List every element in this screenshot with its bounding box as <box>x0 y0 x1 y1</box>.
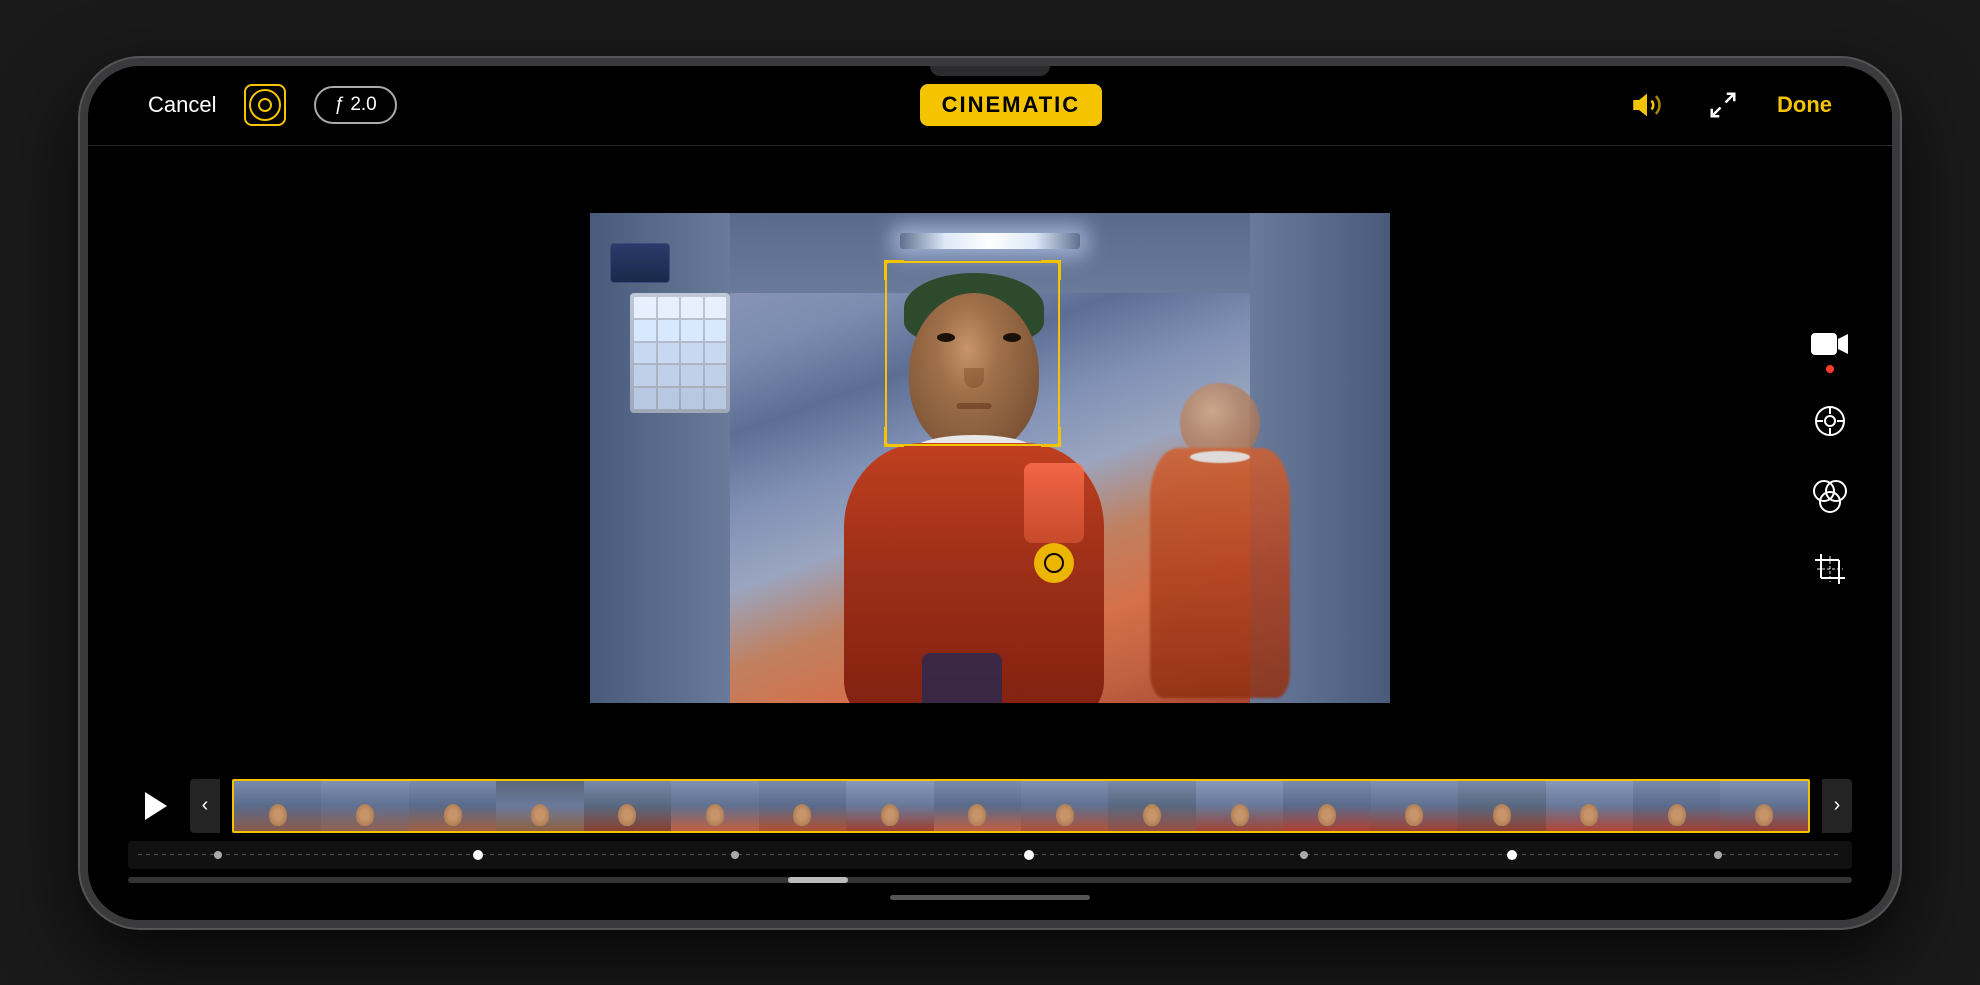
film-frame <box>1283 781 1370 831</box>
crop-icon <box>1813 552 1847 586</box>
adjust-icon <box>1813 404 1847 438</box>
expand-icon <box>1708 90 1738 120</box>
expand-button[interactable] <box>1701 83 1745 127</box>
film-frame <box>1371 781 1458 831</box>
suit-arm-detail <box>1024 463 1084 543</box>
volume-icon <box>1632 90 1662 120</box>
suit-emblem <box>1034 543 1074 583</box>
color-wheels-icon <box>1812 477 1848 513</box>
film-frame <box>1546 781 1633 831</box>
toolbar: Cancel ƒ 2.0 CINEMATIC <box>88 66 1892 146</box>
filmstrip-area: ‹ <box>88 771 1892 841</box>
film-frame <box>846 781 933 831</box>
phone-inner: Cancel ƒ 2.0 CINEMATIC <box>88 66 1892 920</box>
home-indicator <box>890 895 1090 900</box>
f-stop-button[interactable]: ƒ 2.0 <box>314 86 396 124</box>
track-dot[interactable] <box>731 851 739 859</box>
cinematic-badge[interactable]: CINEMATIC <box>920 84 1103 126</box>
film-frame <box>321 781 408 831</box>
crop-button[interactable] <box>1808 547 1852 591</box>
film-frame <box>1196 781 1283 831</box>
scrubber-bar[interactable] <box>128 877 1852 883</box>
background-astronaut <box>1130 383 1310 703</box>
video-container <box>88 146 1892 771</box>
right-sidebar <box>1808 325 1852 591</box>
top-notch <box>930 66 1050 76</box>
track-dot[interactable] <box>1714 851 1722 859</box>
film-frame <box>1108 781 1195 831</box>
toolbar-right: Done <box>1625 83 1832 127</box>
power-button[interactable] <box>1896 346 1900 446</box>
track-dot-active[interactable] <box>1507 850 1517 860</box>
bg-astronaut-suit <box>1150 448 1290 698</box>
color-wheels-button[interactable] <box>1808 473 1852 517</box>
focus-box <box>885 261 1060 446</box>
film-frame <box>409 781 496 831</box>
film-frame <box>1021 781 1108 831</box>
recording-indicator <box>1826 365 1834 373</box>
track-dot-active[interactable] <box>473 850 483 860</box>
volume-button[interactable] <box>1625 83 1669 127</box>
scrubber-thumb[interactable] <box>788 877 848 883</box>
volume-button[interactable] <box>80 286 84 346</box>
light-panel <box>630 293 730 413</box>
film-frame <box>234 781 321 831</box>
video-frame <box>590 213 1390 703</box>
track-dot[interactable] <box>1300 851 1308 859</box>
toolbar-center: CINEMATIC <box>397 84 1625 126</box>
bg-collar <box>1190 451 1250 463</box>
scene-wall-left <box>590 213 730 703</box>
film-frame <box>1458 781 1545 831</box>
play-button[interactable] <box>128 781 178 831</box>
film-frame <box>584 781 671 831</box>
focus-track-strip[interactable] <box>128 841 1852 869</box>
track-dot[interactable] <box>214 851 222 859</box>
video-camera-icon <box>1810 329 1850 359</box>
film-frame <box>759 781 846 831</box>
toolbar-left: Cancel ƒ 2.0 <box>148 84 397 126</box>
aperture-icon[interactable] <box>244 84 286 126</box>
filmstrip-nav-right[interactable]: › <box>1822 779 1852 833</box>
bg-panel-left <box>610 243 670 283</box>
film-frame <box>1720 781 1807 831</box>
play-icon <box>145 792 167 820</box>
adjust-button[interactable] <box>1808 399 1852 443</box>
suit-body <box>844 443 1104 703</box>
scene-light <box>900 233 1080 249</box>
video-camera-button[interactable] <box>1808 325 1852 369</box>
phone-frame: Cancel ƒ 2.0 CINEMATIC <box>80 58 1900 928</box>
filmstrip[interactable] <box>232 779 1810 833</box>
done-button[interactable]: Done <box>1777 92 1832 118</box>
suit-detail <box>922 653 1002 703</box>
film-frame <box>496 781 583 831</box>
video-content <box>590 213 1390 703</box>
bottom-controls: ‹ <box>88 771 1892 920</box>
cancel-button[interactable]: Cancel <box>148 92 216 118</box>
film-frame <box>671 781 758 831</box>
filmstrip-nav-left[interactable]: ‹ <box>190 779 220 833</box>
track-line <box>138 854 1842 855</box>
film-frame <box>1633 781 1720 831</box>
film-frame <box>934 781 1021 831</box>
track-dot-active[interactable] <box>1024 850 1034 860</box>
